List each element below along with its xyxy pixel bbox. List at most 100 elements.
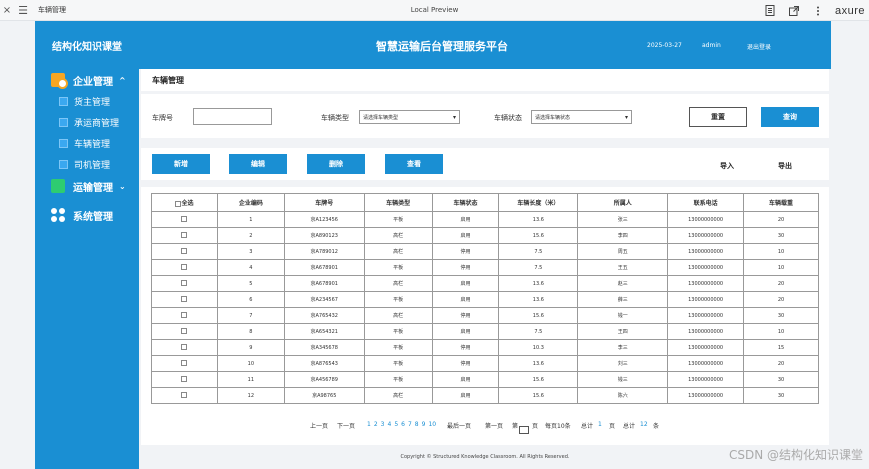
page-title: 车辆管理 (152, 76, 184, 85)
external-link-icon[interactable] (787, 4, 801, 18)
table-cell: 平板 (363, 339, 433, 356)
checkbox[interactable] (181, 312, 188, 319)
add-button[interactable]: 新增 (152, 154, 210, 174)
checkbox[interactable] (181, 216, 188, 223)
checkbox[interactable] (181, 280, 188, 287)
select-all-header[interactable]: 全选 (151, 193, 218, 212)
page-number-link[interactable]: 8 (415, 421, 419, 428)
page-number-link[interactable]: 6 (401, 421, 405, 428)
page-number-link[interactable]: 2 (374, 421, 378, 428)
document-icon[interactable] (763, 4, 777, 18)
row-checkbox-cell[interactable] (151, 211, 218, 228)
checkbox[interactable] (181, 344, 188, 351)
table-cell: 京A654321 (283, 323, 365, 340)
row-checkbox-cell[interactable] (151, 291, 218, 308)
checkbox[interactable] (181, 264, 188, 271)
table-cell: 京A765432 (283, 307, 365, 324)
export-link[interactable]: 导出 (778, 161, 792, 171)
checkbox[interactable] (181, 232, 188, 239)
table-cell: 9 (216, 339, 285, 356)
row-checkbox-cell[interactable] (151, 227, 218, 244)
table-row[interactable]: 6 京A234567 平板 启用 13.6 薛三 13000000000 20 (151, 291, 819, 308)
row-checkbox-cell[interactable] (151, 307, 218, 324)
sidebar-item-label: 货主管理 (74, 98, 111, 108)
next-page-link[interactable]: 下一页 (337, 421, 355, 430)
table-row[interactable]: 5 京A678901 高栏 启用 13.6 赵三 13000000000 20 (151, 275, 819, 292)
page-number-link[interactable]: 4 (387, 421, 391, 428)
checkbox[interactable] (181, 248, 188, 255)
row-checkbox-cell[interactable] (151, 323, 218, 340)
delete-button[interactable]: 删除 (307, 154, 365, 174)
table-row[interactable]: 10 京A876543 平板 停用 13.6 刘三 13000000000 20 (151, 355, 819, 372)
footer-copyright: Copyright © Structured Knowledge Classro… (141, 445, 829, 469)
row-checkbox-cell[interactable] (151, 371, 218, 388)
table-cell: 京A890123 (283, 227, 365, 244)
row-checkbox-cell[interactable] (151, 259, 218, 276)
checkbox[interactable] (181, 328, 188, 335)
row-checkbox-cell[interactable] (151, 387, 218, 404)
table-row[interactable]: 11 京A456789 平板 启用 15.6 钱三 13000000000 30 (151, 371, 819, 388)
square-icon (59, 139, 68, 148)
table-row[interactable]: 4 京A678901 平板 停用 7.5 王五 13000000000 10 (151, 259, 819, 276)
page-number-link[interactable]: 3 (381, 421, 385, 428)
row-checkbox-cell[interactable] (151, 355, 218, 372)
menu-icon[interactable]: ☰ (14, 4, 32, 17)
plate-input[interactable] (193, 108, 272, 125)
header-date: 2025-03-27 (647, 42, 682, 49)
table-row[interactable]: 8 京A654321 平板 启用 7.5 王四 13000000000 10 (151, 323, 819, 340)
table-row[interactable]: 2 京A890123 高栏 启用 15.6 李四 13000000000 30 (151, 227, 819, 244)
page-number-link[interactable]: 7 (408, 421, 412, 428)
close-icon[interactable]: × (0, 5, 14, 16)
nav-group-enterprise[interactable]: 企业管理 ^ (35, 69, 139, 91)
total-records-label: 总计 (623, 423, 636, 430)
edit-button[interactable]: 编辑 (229, 154, 287, 174)
reset-button[interactable]: 重置 (689, 107, 747, 127)
row-checkbox-cell[interactable] (151, 275, 218, 292)
table-cell: 7 (216, 307, 285, 324)
checkbox[interactable] (181, 376, 188, 383)
query-button[interactable]: 查询 (761, 107, 819, 127)
type-select[interactable]: 请选择车辆类型 ▾ (359, 110, 460, 124)
table-cell: 13000000000 (667, 259, 745, 276)
last-page-link[interactable]: 最后一页 (447, 421, 471, 430)
status-select[interactable]: 请选择车辆状态 ▾ (531, 110, 632, 124)
table-cell: 赵三 (577, 275, 669, 292)
table-row[interactable]: 3 京A789012 高栏 停用 7.5 周五 13000000000 10 (151, 243, 819, 260)
import-link[interactable]: 导入 (720, 161, 734, 171)
table-cell: 京A123456 (283, 211, 365, 228)
table-cell: 高栏 (363, 275, 433, 292)
table-row[interactable]: 9 京A345678 平板 停用 10.3 李三 13000000000 15 (151, 339, 819, 356)
vehicle-table: 全选 企业编码 车牌号 车辆类型 车辆状态 车辆长度（米） 所属人 联系电话 车… (151, 193, 819, 404)
page-number-link[interactable]: 1 (367, 421, 371, 428)
checkbox[interactable] (181, 296, 188, 303)
checkbox[interactable] (181, 392, 188, 399)
table-cell: 13000000000 (667, 275, 745, 292)
nav-group-label: 系统管理 (73, 211, 113, 223)
view-button[interactable]: 查看 (385, 154, 443, 174)
prev-page-link[interactable]: 上一页 (310, 421, 328, 430)
page-number-link[interactable]: 5 (394, 421, 398, 428)
table-cell: 10 (743, 323, 819, 340)
checkbox[interactable] (181, 360, 188, 367)
table-row[interactable]: 1 京A123456 平板 启用 13.6 张三 13000000000 20 (151, 211, 819, 228)
table-row[interactable]: 12 京A98765 高栏 启用 15.6 陈六 13000000000 30 (151, 387, 819, 404)
table-cell: 王四 (577, 323, 669, 340)
sidebar-item-shipper[interactable]: 货主管理 (35, 91, 139, 112)
nav-group-system[interactable]: 系统管理 (35, 204, 139, 226)
row-checkbox-cell[interactable] (151, 243, 218, 260)
sidebar-item-driver[interactable]: 司机管理 (35, 154, 139, 175)
truck-icon (51, 179, 65, 193)
sidebar-item-vehicle[interactable]: 车辆管理 (35, 133, 139, 154)
page-number-link[interactable]: 9 (422, 421, 426, 428)
browser-bar: × ☰ 车辆管理 Local Preview axure (0, 0, 869, 21)
first-page-link[interactable]: 第一页 (485, 421, 503, 430)
table-cell: 王五 (577, 259, 669, 276)
table-row[interactable]: 7 京A765432 高栏 停用 15.6 钱一 13000000000 30 (151, 307, 819, 324)
row-checkbox-cell[interactable] (151, 339, 218, 356)
more-icon[interactable] (811, 4, 825, 18)
sidebar-item-carrier[interactable]: 承运商管理 (35, 112, 139, 133)
nav-group-transport[interactable]: 运输管理 ⌄ (35, 175, 139, 197)
table-cell: 13000000000 (667, 355, 745, 372)
page-number-link[interactable]: 10 (428, 421, 436, 428)
logout-link[interactable]: 退出登录 (747, 42, 771, 51)
